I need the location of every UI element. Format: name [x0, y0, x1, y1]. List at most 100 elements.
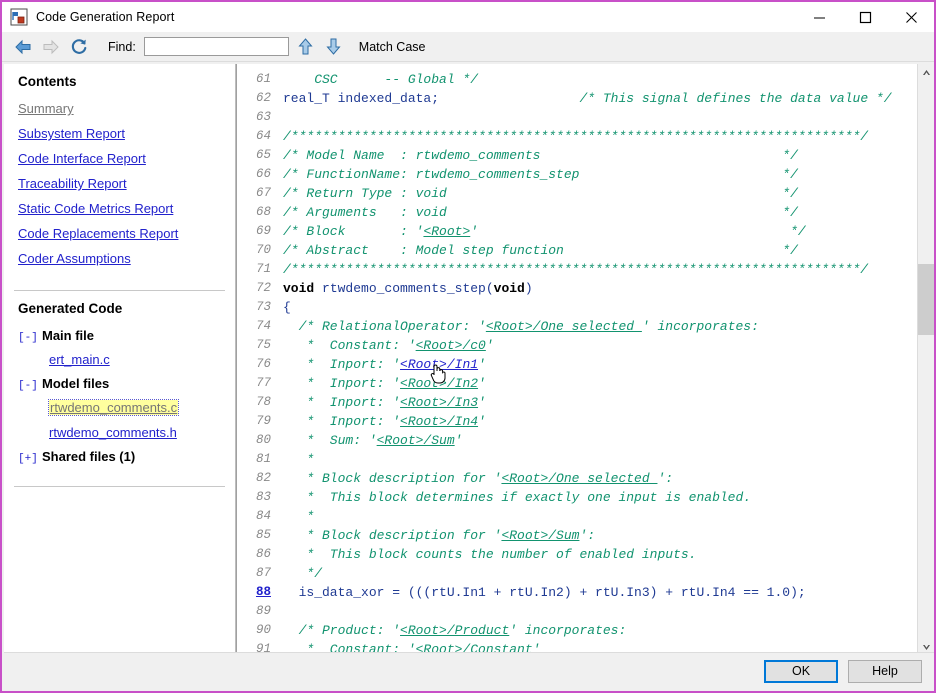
expand-toggle-icon[interactable]: [+] [18, 453, 38, 465]
file-link-row: rtwdemo_comments.c [18, 399, 221, 424]
code-block-link[interactable]: <Root>/One selected [501, 471, 657, 486]
line-number[interactable]: 88 [237, 583, 283, 602]
file-link-rtwdemo-comments-c[interactable]: rtwdemo_comments.c [49, 400, 178, 415]
code-text: /***************************************… [283, 127, 868, 146]
generated-code-panel: Generated Code [-]Main fileert_main.c[-]… [4, 291, 235, 484]
code-text: void rtwdemo_comments_step(void) [283, 279, 533, 298]
code-span: /* Abstract : Model step function [283, 243, 564, 258]
ok-button[interactable]: OK [764, 660, 838, 683]
code-span [540, 148, 782, 163]
up-arrow-icon[interactable] [295, 34, 317, 60]
match-case-label[interactable]: Match Case [359, 40, 426, 54]
search-input[interactable] [144, 37, 289, 56]
code-text: * Inport: '<Root>/In3' [283, 393, 486, 412]
line-number: 80 [237, 431, 283, 450]
code-block-link[interactable]: <Root>/c0 [416, 338, 486, 353]
sidebar-link-code-interface-report[interactable]: Code Interface Report [18, 151, 221, 166]
code-text: /* Block : '<Root>' */ [283, 222, 806, 241]
code-viewer: 61 CSC -- Global */62real_T indexed_data… [236, 64, 934, 656]
code-line: 64/*************************************… [237, 127, 917, 146]
tree-group-model-files[interactable]: [-] Model files [18, 376, 221, 392]
code-line: 78 * Inport: '<Root>/In3' [237, 393, 917, 412]
code-line: 90 /* Product: '<Root>/Product' incorpor… [237, 621, 917, 640]
help-button[interactable]: Help [848, 660, 922, 683]
file-link-row: rtwdemo_comments.h [18, 424, 221, 449]
contents-link-list: Summary Subsystem Report Code Interface Re… [18, 101, 221, 266]
file-link-ert-main-c[interactable]: ert_main.c [49, 352, 110, 367]
file-link-rtwdemo-comments-h[interactable]: rtwdemo_comments.h [49, 425, 177, 440]
code-block-link[interactable]: <Root>/In2 [400, 376, 478, 391]
code-line: 72void rtwdemo_comments_step(void) [237, 279, 917, 298]
collapse-toggle-icon[interactable]: [-] [18, 332, 38, 344]
window-controls [796, 2, 934, 32]
code-block-link[interactable]: <Root>/In1 [400, 357, 478, 372]
code-text: /***************************************… [283, 260, 868, 279]
code-vertical-scrollbar[interactable] [917, 64, 934, 656]
find-label: Find: [108, 40, 136, 54]
code-text: * Inport: '<Root>/In1' [283, 355, 486, 374]
code-line: 77 * Inport: '<Root>/In2' [237, 374, 917, 393]
maximize-button[interactable] [842, 2, 888, 32]
back-arrow-icon[interactable] [10, 34, 36, 60]
code-text: /* Model Name : rtwdemo_comments */ [283, 146, 798, 165]
code-block-link[interactable]: <Root>/Product [400, 623, 509, 638]
scrollbar-thumb[interactable] [918, 264, 934, 335]
code-span: */ [782, 243, 798, 258]
code-span: /* Product: ' [283, 623, 400, 638]
code-text: /* Arguments : void */ [283, 203, 798, 222]
code-generation-report-window: Code Generation Report [0, 0, 936, 693]
code-block-link[interactable]: <Root>/In4 [400, 414, 478, 429]
line-number: 82 [237, 469, 283, 488]
code-block-link[interactable]: <Root>/One selected [486, 319, 642, 334]
forward-arrow-icon [38, 34, 64, 60]
code-span: * [283, 509, 314, 524]
scroll-up-button[interactable] [918, 64, 934, 81]
code-span: * Block description for ' [283, 528, 501, 543]
close-button[interactable] [888, 2, 934, 32]
code-span: /* FunctionName: rtwdemo_comments_step [283, 167, 579, 182]
code-span [447, 205, 782, 220]
code-line: 75 * Constant: '<Root>/c0' [237, 336, 917, 355]
code-text: { [283, 298, 291, 317]
code-line: 81 * [237, 450, 917, 469]
tree-group-main-file[interactable]: [-]Main file [18, 328, 221, 344]
code-line: 61 CSC -- Global */ [237, 70, 917, 89]
code-span: ' [478, 357, 486, 372]
code-block-link[interactable]: <Root>/In3 [400, 395, 478, 410]
line-number: 85 [237, 526, 283, 545]
code-span: ': [579, 528, 595, 543]
minimize-button[interactable] [796, 2, 842, 32]
code-span [447, 186, 782, 201]
line-number: 69 [237, 222, 283, 241]
code-span: ' incorporates: [509, 623, 626, 638]
line-number: 86 [237, 545, 283, 564]
code-block-link[interactable]: <Root>/Sum [501, 528, 579, 543]
tree-group-label: Model files [42, 376, 109, 391]
code-line: 71/*************************************… [237, 260, 917, 279]
code-text: /* Abstract : Model step function */ [283, 241, 798, 260]
code-line: 87 */ [237, 564, 917, 583]
refresh-icon[interactable] [66, 34, 92, 60]
code-line: 83 * This block determines if exactly on… [237, 488, 917, 507]
line-number: 81 [237, 450, 283, 469]
sidebar-link-traceability-report[interactable]: Traceability Report [18, 176, 221, 191]
code-span: ) [525, 281, 533, 296]
code-block-link[interactable]: <Root>/Sum [377, 433, 455, 448]
sidebar-link-static-code-metrics-report[interactable]: Static Code Metrics Report [18, 201, 221, 216]
code-span: */ [782, 205, 798, 220]
sidebar-link-subsystem-report[interactable]: Subsystem Report [18, 126, 221, 141]
code-block-link[interactable]: <Root> [423, 224, 470, 239]
collapse-toggle-icon[interactable]: [-] [18, 380, 38, 392]
code-span [564, 243, 782, 258]
code-line: 62real_T indexed_data; /* This signal de… [237, 89, 917, 108]
sidebar-link-summary[interactable]: Summary [18, 101, 221, 116]
sidebar-link-coder-assumptions[interactable]: Coder Assumptions [18, 251, 221, 266]
line-number: 72 [237, 279, 283, 298]
tree-group-shared-files-1[interactable]: [+]Shared files (1) [18, 449, 221, 465]
sidebar-link-code-replacements-report[interactable]: Code Replacements Report [18, 226, 221, 241]
line-number: 90 [237, 621, 283, 640]
line-number: 83 [237, 488, 283, 507]
code-text: */ [283, 564, 322, 583]
code-span: /* This signal defines the data value */ [579, 91, 891, 106]
down-arrow-icon[interactable] [323, 34, 345, 60]
